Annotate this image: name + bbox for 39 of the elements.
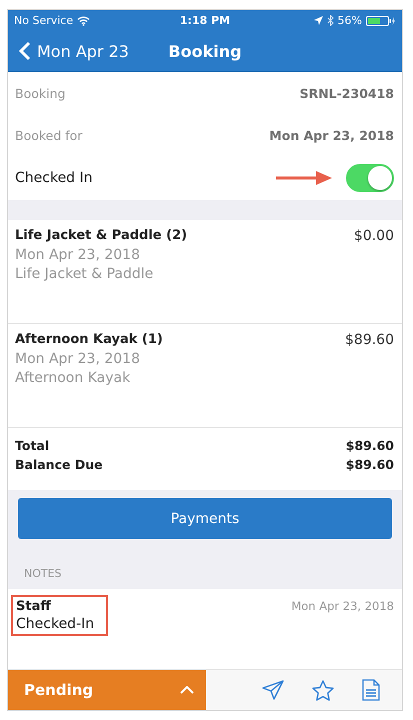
battery-percent: 56% (338, 14, 362, 27)
screen-title: Booking (168, 42, 242, 60)
total-value: $89.60 (346, 438, 394, 453)
document-icon[interactable] (362, 679, 380, 701)
payments-button[interactable]: Payments (18, 498, 392, 539)
total-label: Balance Due (15, 457, 103, 472)
carrier-label: No Service (14, 14, 74, 27)
notes-heading: NOTES (23, 567, 63, 580)
send-icon[interactable] (262, 680, 284, 700)
item-price: $89.60 (345, 332, 394, 348)
field-value: Mon Apr 23, 2018 (269, 128, 394, 142)
note-text: Checked-In (16, 616, 94, 632)
bluetooth-icon (326, 15, 334, 26)
star-icon[interactable] (312, 680, 334, 700)
clock-time: 1:18 PM (180, 14, 230, 27)
checked-in-label: Checked In (15, 170, 93, 186)
total-label: Total (15, 438, 50, 453)
item-date: Mon Apr 23, 2018 (15, 247, 141, 263)
wifi-icon (77, 16, 90, 26)
location-icon (314, 16, 323, 25)
item-name: Afternoon Kayak (15, 370, 132, 386)
field-label: Booked for (15, 128, 82, 142)
back-chevron-icon (19, 41, 31, 61)
item-title: Afternoon Kayak (1) (15, 332, 163, 348)
field-value: SRNL-230418 (300, 86, 394, 100)
status-button[interactable]: Pending (8, 670, 206, 710)
note-author: Staff (16, 599, 52, 614)
annotation-arrow (276, 171, 332, 185)
field-label: Booking (15, 86, 66, 100)
back-button[interactable]: Mon Apr 23 (8, 41, 129, 61)
total-value: $89.60 (346, 457, 394, 472)
item-title: Life Jacket & Paddle (2) (15, 228, 188, 244)
battery-icon (366, 16, 396, 26)
chevron-up-icon (180, 686, 194, 694)
item-date: Mon Apr 23, 2018 (15, 351, 141, 367)
item-price: $0.00 (354, 228, 394, 244)
checked-in-toggle[interactable] (346, 164, 394, 192)
note-date: Mon Apr 23, 2018 (291, 598, 394, 615)
item-name: Life Jacket & Paddle (15, 266, 154, 282)
